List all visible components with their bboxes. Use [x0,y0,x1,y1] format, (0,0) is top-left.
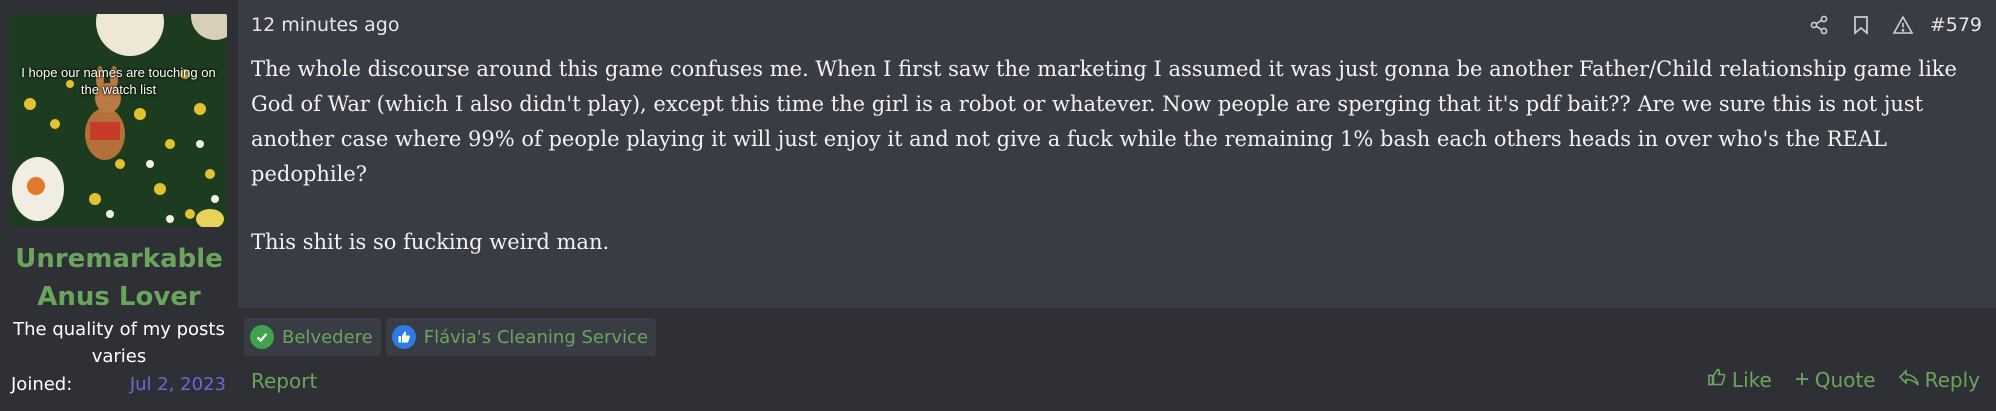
message-paragraph: The whole discourse around this game con… [251,57,1957,186]
avatar-image [10,14,227,227]
bookmark-icon[interactable] [1840,11,1882,39]
plus-icon [1794,368,1810,392]
post-body: 12 minutes ago #579 The whole discourse … [238,0,1996,308]
check-icon [250,325,274,349]
post-footer-actions: Like Quote Reply [1707,367,1980,392]
message-paragraph: This shit is so fucking weird man. [251,230,610,254]
avatar-caption: I hope our names are touching on the wat… [21,65,216,97]
joined-date: Jul 2, 2023 [129,374,226,395]
like-button[interactable]: Like [1707,367,1772,392]
share-icon[interactable] [1798,11,1840,39]
quote-button[interactable]: Quote [1794,368,1876,392]
reaction-belvedere[interactable]: Belvedere [244,318,381,356]
post-number[interactable]: #579 [1930,14,1982,36]
quote-label: Quote [1814,367,1876,392]
user-panel: I hope our names are touching on the wat… [0,0,238,411]
avatar[interactable]: I hope our names are touching on the wat… [10,14,227,227]
post-timestamp[interactable]: 12 minutes ago [251,14,400,36]
warning-icon[interactable] [1882,11,1924,39]
reply-label: Reply [1924,367,1980,392]
reaction-cleaning-service[interactable]: Flávia's Cleaning Service [385,318,657,356]
reply-button[interactable]: Reply [1898,368,1980,392]
reactions-bar: Belvedere Flávia's Cleaning Service [244,318,657,356]
user-title: The quality of my posts varies [13,319,225,367]
like-label: Like [1731,367,1772,392]
thumbs-up-icon [1707,367,1727,392]
joined-label: Joined: [11,374,73,395]
post-message: The whole discourse around this game con… [251,52,1972,293]
thumbs-up-icon [391,325,416,349]
reaction-label: Belvedere [282,326,373,348]
report-link[interactable]: Report [251,369,317,393]
post-main: 12 minutes ago #579 The whole discourse … [238,0,1996,411]
forum-post: I hope our names are touching on the wat… [0,0,1996,411]
reply-icon [1898,368,1920,392]
post-header-actions: #579 [1798,11,1982,39]
reaction-label: Flávia's Cleaning Service [423,326,649,348]
username[interactable]: Unremarkable Anus Lover [0,240,238,316]
